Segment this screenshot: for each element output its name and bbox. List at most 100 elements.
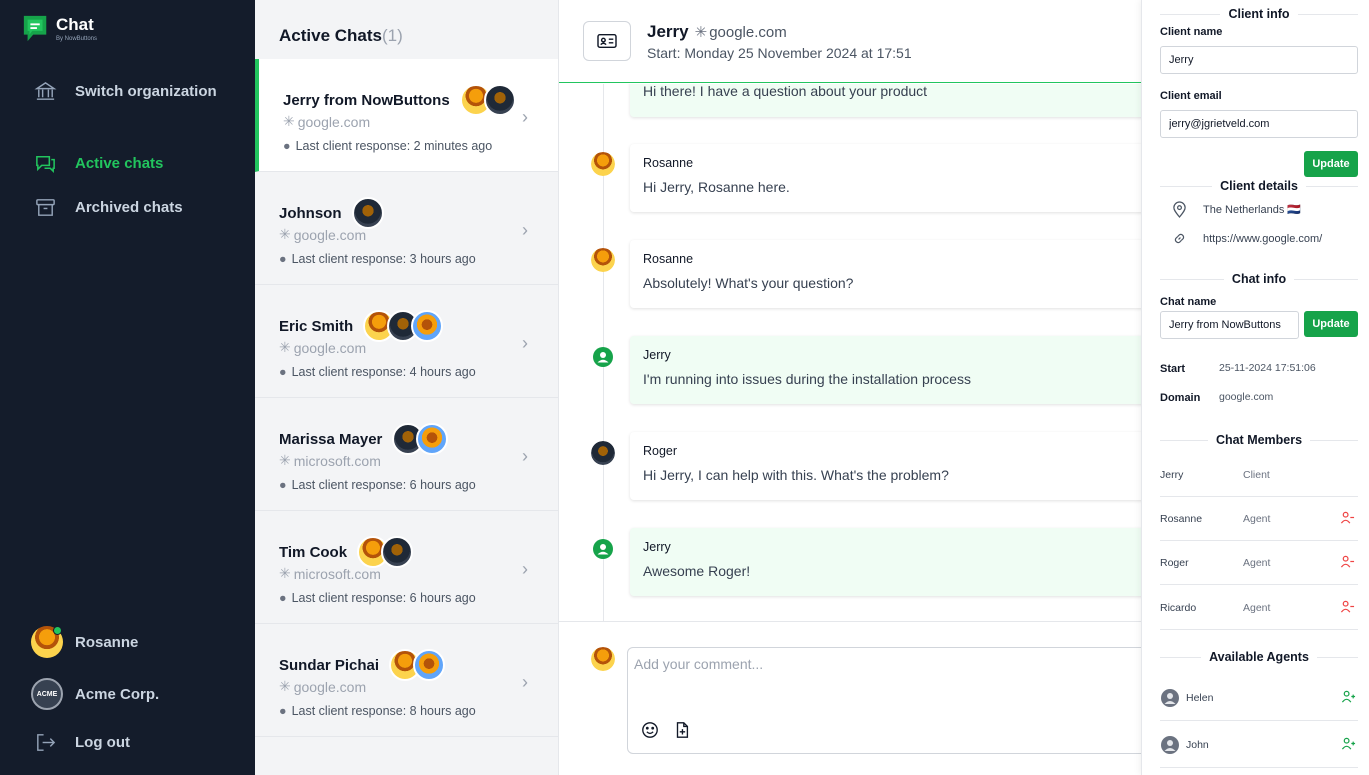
chat-name-field[interactable] <box>1160 311 1299 339</box>
chat-bubble-icon: ● <box>279 252 287 266</box>
message-text: I'm running into issues during the insta… <box>643 371 971 387</box>
logout-label: Log out <box>75 734 130 751</box>
conversation: Jerry ✳ google.com Start: Monday 25 Novem… <box>559 0 1157 775</box>
chat-item-avatars <box>459 84 516 116</box>
chat-list-item[interactable]: Sundar Pichai ✳ google.com ● Last client r… <box>255 624 558 737</box>
message: Jerry Awesome Roger! <box>630 528 1141 596</box>
organization-name: Acme Corp. <box>75 685 160 703</box>
remove-member-icon[interactable] <box>1338 552 1356 570</box>
sidebar-item-switch-organization[interactable]: Switch organization <box>34 80 217 103</box>
chat-item-name: Tim Cook <box>279 543 348 561</box>
message-text: Absolutely! What's your question? <box>643 275 854 291</box>
map-pin-icon <box>1173 201 1186 218</box>
start-value: 25-11-2024 17:51:06 <box>1219 362 1316 374</box>
member-name: Jerry <box>1160 469 1184 481</box>
chat-item-name-row: Johnson <box>279 197 384 229</box>
member-role: Agent <box>1243 513 1271 525</box>
member-row: Roger Agent <box>1160 541 1358 585</box>
chat-item-avatars <box>351 197 384 229</box>
cursor-click-icon: ✳ <box>694 24 708 41</box>
sidebar-item-archived-chats[interactable]: Archived chats <box>34 196 183 219</box>
member-row: Rosanne Agent <box>1160 497 1358 541</box>
remove-member-icon[interactable] <box>1338 508 1356 526</box>
message-avatar <box>591 441 615 465</box>
message-list: Hi there! I have a question about your p… <box>559 84 1141 621</box>
chat-item-domain: ✳ google.com <box>279 678 367 695</box>
chat-item-name: Jerry from NowButtons <box>283 91 450 109</box>
update-chat-name-button[interactable]: Update <box>1304 311 1358 337</box>
message-author: Roger <box>643 444 678 458</box>
agent-name: Helen <box>1186 691 1214 704</box>
add-member-icon[interactable] <box>1341 689 1356 707</box>
chevron-right-icon: › <box>522 672 528 692</box>
chat-list-title: Active Chats(1) <box>279 26 403 45</box>
chat-list-item[interactable]: Marissa Mayer ✳ microsoft.com ● Last clien… <box>255 398 558 511</box>
chat-item-domain: ✳ microsoft.com <box>279 452 381 469</box>
chat-list-item[interactable]: Tim Cook ✳ microsoft.com ● Last client res… <box>255 511 558 624</box>
app-name: Chat <box>56 15 94 34</box>
logout-button[interactable]: Log out <box>34 731 130 754</box>
chat-item-avatars <box>389 649 446 681</box>
chat-name-label: Chat name <box>1160 296 1217 308</box>
agent-row: Helen <box>1160 675 1358 721</box>
logout-icon <box>34 731 57 754</box>
app-logo[interactable]: Chat By NowButtons <box>22 14 97 44</box>
avatar <box>413 649 446 681</box>
section-title-client-info: Client info <box>1160 7 1358 21</box>
attach-file-icon[interactable] <box>672 720 692 740</box>
remove-member-icon[interactable] <box>1338 597 1356 615</box>
conversation-title: Jerry ✳ google.com <box>647 22 787 42</box>
current-organization[interactable]: ACME Acme Corp. <box>31 678 159 710</box>
composer[interactable] <box>627 647 1157 754</box>
message: Rosanne Absolutely! What's your question… <box>630 240 1141 308</box>
add-member-icon[interactable] <box>1341 736 1356 754</box>
chat-item-name: Eric Smith <box>279 317 354 335</box>
member-row: Jerry Client <box>1160 453 1358 497</box>
sidebar-item-active-chats[interactable]: Active chats <box>34 152 163 175</box>
avatar <box>416 423 449 455</box>
sidebar-item-label: Switch organization <box>75 83 217 100</box>
chat-item-name-row: Tim Cook <box>279 536 414 568</box>
member-name: Rosanne <box>1160 513 1203 525</box>
avatar <box>591 152 615 176</box>
client-email-field[interactable] <box>1160 110 1358 138</box>
bank-icon <box>34 80 57 103</box>
chevron-right-icon: › <box>522 559 528 579</box>
chevron-right-icon: › <box>522 333 528 353</box>
chat-item-last-response: ● Last client response: 8 hours ago <box>279 704 476 718</box>
section-title-client-details: Client details <box>1160 179 1358 193</box>
chat-item-avatars <box>363 310 444 342</box>
section-title-chat-members: Chat Members <box>1160 433 1358 447</box>
client-email-label: Client email <box>1160 90 1222 102</box>
client-name-label: Client name <box>1160 26 1223 38</box>
chat-item-last-response: ● Last client response: 6 hours ago <box>279 591 476 605</box>
chat-bubble-icon: ● <box>279 478 287 492</box>
comment-input[interactable] <box>634 656 1134 672</box>
chat-item-domain: ✳ google.com <box>279 339 367 356</box>
conversation-start: Start: Monday 25 November 2024 at 17:51 <box>647 45 912 61</box>
member-name: Ricardo <box>1160 602 1197 614</box>
section-title-chat-info: Chat info <box>1160 272 1358 286</box>
chat-item-name: Marissa Mayer <box>279 430 383 448</box>
message-avatar <box>591 248 615 272</box>
conversation-header: Jerry ✳ google.com Start: Monday 25 Novem… <box>559 0 1141 83</box>
chat-item-name-row: Sundar Pichai <box>279 649 446 681</box>
sidebar: Chat By NowButtons Switch organization A… <box>0 0 255 775</box>
message: Jerry I'm running into issues during the… <box>630 336 1141 404</box>
message-text: Awesome Roger! <box>643 563 751 579</box>
avatar <box>411 310 444 342</box>
chat-item-last-response: ● Last client response: 3 hours ago <box>279 252 476 266</box>
current-user[interactable]: Rosanne <box>31 626 138 658</box>
update-client-button[interactable]: Update <box>1304 151 1358 177</box>
client-name-field[interactable] <box>1160 46 1358 74</box>
client-url[interactable]: https://www.google.com/ <box>1172 230 1322 247</box>
chat-list-item[interactable]: Jerry from NowButtons ✳ google.com ● Last … <box>255 59 558 172</box>
chat-bubble-icon: ● <box>279 365 287 379</box>
chat-list-item[interactable]: Eric Smith ✳ google.com ● Last client resp… <box>255 285 558 398</box>
cursor-click-icon: ✳ <box>279 678 291 694</box>
contact-card-button[interactable] <box>583 21 631 61</box>
cursor-click-icon: ✳ <box>279 339 291 355</box>
chat-list-item[interactable]: Johnson ✳ google.com ● Last client respons… <box>255 172 558 285</box>
avatar <box>591 647 615 671</box>
emoji-icon[interactable] <box>640 720 660 740</box>
